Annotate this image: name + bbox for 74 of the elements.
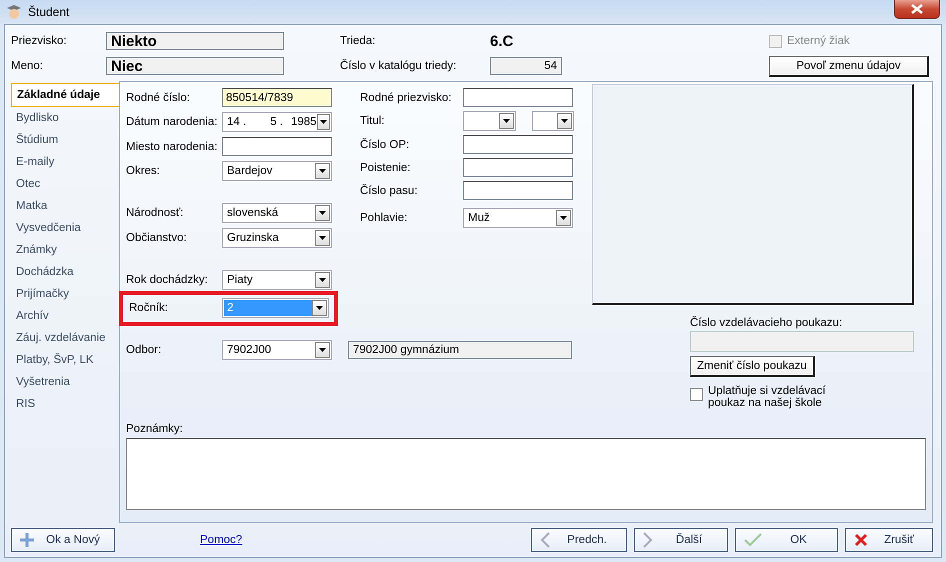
field-label: Odbor:: [126, 344, 162, 356]
field-label: Rok dochádzky:: [126, 274, 209, 286]
sidebar-tab[interactable]: RIS: [11, 393, 119, 415]
chevron-right-icon: [643, 532, 653, 548]
sidebar-tab[interactable]: Záuj. vzdelávanie: [11, 327, 119, 349]
dropdown[interactable]: Muž: [463, 208, 573, 228]
checkbox-label: Uplatňuje si vzdelávací poukaz na našej škole: [708, 385, 827, 409]
close-button[interactable]: [894, 0, 940, 19]
field-label: Poznámky:: [126, 423, 184, 435]
chevron-left-icon: [540, 532, 550, 548]
field-label: Dátum narodenia:: [126, 116, 218, 128]
unlock-button[interactable]: Povoľ zmenu údajov: [769, 56, 929, 76]
field-label: Číslo vzdelávacieho poukazu:: [690, 317, 844, 329]
field-label: Číslo v katalógu triedy:: [340, 60, 458, 72]
field-label: Titul:: [360, 115, 386, 127]
text-field[interactable]: Niec: [106, 57, 284, 75]
sidebar-tab[interactable]: Vysvedčenia: [11, 217, 119, 239]
sidebar-tab[interactable]: Základné údaje: [11, 83, 119, 107]
help-link[interactable]: Pomoc?: [200, 534, 242, 546]
sidebar-tab[interactable]: Dochádzka: [11, 261, 119, 283]
field-label: Priezvisko:: [11, 35, 68, 47]
text-field[interactable]: [222, 137, 332, 156]
sidebar-tab[interactable]: Bydlisko: [11, 107, 119, 129]
sidebar-tab[interactable]: Matka: [11, 195, 119, 217]
dropdown[interactable]: Piaty: [222, 270, 332, 290]
ok-button[interactable]: OK: [735, 528, 838, 552]
field-label: Číslo pasu:: [360, 184, 419, 196]
sidebar-tab[interactable]: Prijímačky: [11, 283, 119, 305]
prev-button[interactable]: Predch.: [531, 528, 627, 552]
class-value: 6.C: [490, 32, 514, 50]
close-icon: [854, 533, 868, 547]
dropdown[interactable]: 7902J00: [222, 340, 332, 360]
field-label: Pohlavie:: [360, 212, 408, 224]
text-field[interactable]: 850514/7839: [222, 88, 332, 107]
plus-icon: [20, 533, 34, 547]
sidebar-tab[interactable]: Známky: [11, 239, 119, 261]
date-picker[interactable]: 14 . 5 . 1985: [222, 112, 332, 132]
text-field[interactable]: 54: [490, 57, 562, 75]
window-title: Študent: [28, 5, 70, 19]
field-label: Občianstvo:: [126, 232, 188, 244]
field-label: Ročník:: [129, 302, 169, 314]
checkbox[interactable]: [690, 388, 703, 401]
field-label: Okres:: [126, 165, 161, 177]
close-icon: [911, 4, 923, 14]
sidebar-tab[interactable]: E-maily: [11, 151, 119, 173]
cancel-button[interactable]: Zrušiť: [845, 528, 933, 552]
dropdown[interactable]: Bardejov: [222, 161, 332, 181]
sidebar-tab[interactable]: Štúdium: [11, 129, 119, 151]
notes-field[interactable]: [126, 438, 926, 510]
dropdown[interactable]: slovenská: [222, 203, 332, 223]
text-field[interactable]: Niekto: [106, 32, 284, 50]
dropdown[interactable]: Gruzinska: [222, 228, 332, 248]
field-label: Poistenie:: [360, 162, 412, 174]
text-field[interactable]: [463, 135, 573, 154]
sidebar-tab[interactable]: Archív: [11, 305, 119, 327]
field-label: Miesto narodenia:: [126, 140, 218, 152]
checkbox-label: Externý žiak: [787, 35, 850, 47]
field-label: Rodné číslo:: [126, 92, 191, 104]
sidebar-tab[interactable]: Platby, ŠvP, LK: [11, 349, 119, 371]
field-label: Číslo OP:: [360, 138, 410, 150]
text-field[interactable]: [463, 88, 573, 107]
change-voucher-button[interactable]: Zmeniť číslo poukazu: [690, 356, 815, 377]
sidebar-tab[interactable]: Otec: [11, 173, 119, 195]
checkmark-icon: [744, 533, 762, 547]
field-label: Meno:: [11, 60, 44, 72]
text-field[interactable]: [463, 158, 573, 177]
text-field[interactable]: [463, 181, 573, 200]
add-button[interactable]: Ok a Nový: [11, 528, 115, 552]
field-label: Trieda:: [340, 35, 376, 47]
student-icon: [6, 4, 22, 20]
field-label: Národnosť:: [126, 207, 184, 219]
sidebar-tab[interactable]: Vyšetrenia: [11, 371, 119, 393]
field-label: Rodné priezvisko:: [360, 92, 452, 104]
next-button[interactable]: Ďalší: [634, 528, 728, 552]
